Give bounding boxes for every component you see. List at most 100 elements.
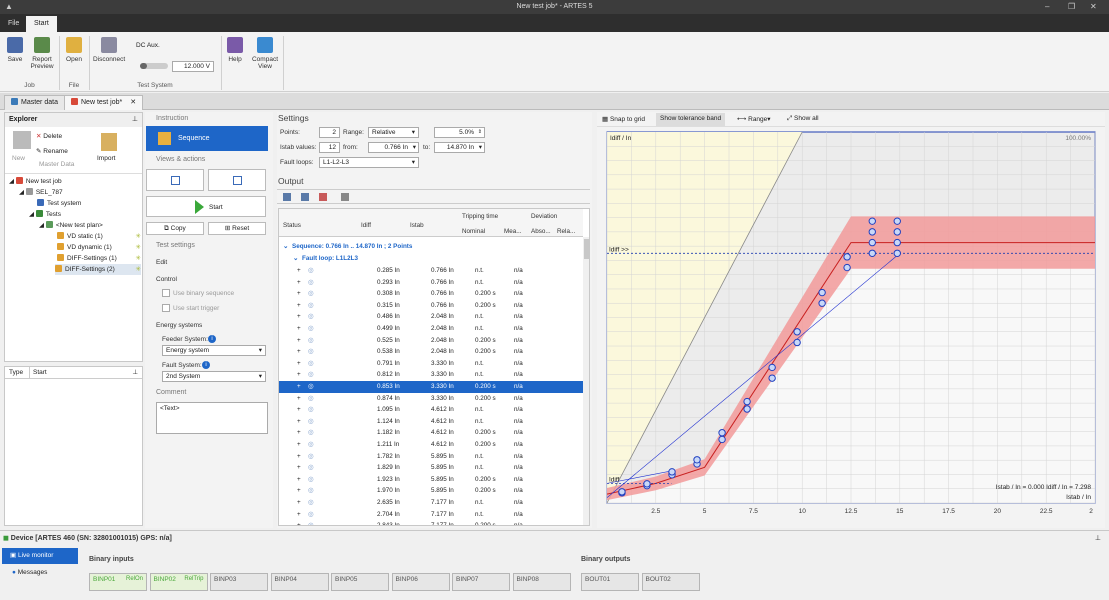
from-input[interactable]: 0.766 In ▾: [368, 142, 419, 153]
test-point[interactable]: [868, 238, 876, 247]
expand-icon[interactable]: +: [297, 300, 301, 312]
test-point[interactable]: [718, 429, 726, 437]
start-button[interactable]: Start: [146, 196, 266, 217]
test-point[interactable]: [843, 263, 851, 272]
pin-icon[interactable]: ⊥: [1095, 534, 1101, 542]
collapse-icon[interactable]: [301, 193, 309, 201]
view-table-button[interactable]: [208, 169, 266, 191]
tab-master-data[interactable]: Master data: [4, 95, 65, 110]
binary-input-8[interactable]: BINP08: [512, 573, 571, 591]
sequence-group-row[interactable]: ⌄ Sequence: 0.766 In .. 14.870 In ; 2 Poi…: [279, 241, 583, 253]
import-button[interactable]: Import: [97, 155, 115, 162]
test-point[interactable]: [868, 228, 876, 236]
table-row[interactable]: + ◎ 2.843 In 7.177 In 0.200 s n/a: [279, 520, 583, 525]
col-absolute[interactable]: Abso...: [531, 228, 551, 235]
percent-input[interactable]: 5.0% ⇕: [434, 127, 485, 138]
test-point[interactable]: [793, 328, 801, 336]
open-button[interactable]: Open: [63, 37, 85, 63]
col-type[interactable]: Type: [9, 369, 23, 376]
test-point[interactable]: [843, 253, 851, 261]
menu-start[interactable]: Start: [26, 16, 57, 32]
table-row[interactable]: + ◎ 0.538 In 2.048 In 0.200 s n/a: [279, 346, 583, 358]
table-row[interactable]: + ◎ 1.923 In 5.895 In 0.200 s n/a: [279, 474, 583, 486]
table-row[interactable]: + ◎ 0.812 In 3.330 In n.t. n/a: [279, 369, 583, 381]
copy-button[interactable]: ⧉ Copy: [146, 222, 204, 235]
report-preview-button[interactable]: Report Preview: [29, 37, 55, 70]
expand-icon[interactable]: +: [297, 311, 301, 323]
test-point[interactable]: [868, 217, 876, 225]
expand-icon[interactable]: [283, 193, 291, 201]
expand-icon[interactable]: +: [297, 520, 301, 525]
points-input[interactable]: 2: [319, 127, 340, 138]
test-point[interactable]: [893, 238, 901, 247]
fault-loop-row[interactable]: ⌄ Fault loop: L1L2L3: [279, 253, 583, 265]
binary-input-2[interactable]: BINP02 RelTrip: [149, 573, 208, 591]
tree-node-vd-dynamic[interactable]: VD dynamic (1) ✳: [57, 242, 141, 253]
pin-icon[interactable]: ⊥: [132, 368, 138, 376]
col-idiff[interactable]: Idiff: [361, 222, 371, 229]
close-tab-icon[interactable]: ✕: [130, 99, 136, 106]
expand-icon[interactable]: +: [297, 509, 301, 521]
test-point[interactable]: [643, 480, 651, 488]
feeder-system-select[interactable]: Energy system ▾: [162, 345, 266, 356]
table-row[interactable]: + ◎ 0.853 In 3.330 In 0.200 s n/a: [279, 381, 583, 393]
col-relative[interactable]: Rela...: [557, 228, 575, 235]
to-input[interactable]: 14.870 In ▾: [434, 142, 485, 153]
expand-icon[interactable]: +: [297, 335, 301, 347]
new-icon[interactable]: [13, 131, 31, 149]
fault-system-select[interactable]: 2nd System ▾: [162, 371, 266, 382]
dc-aux-toggle[interactable]: [140, 63, 168, 69]
expand-icon[interactable]: +: [297, 265, 301, 277]
tree-node-device[interactable]: ◢ SEL_787: [19, 187, 63, 198]
show-all-button[interactable]: ⤢ Show all: [787, 115, 819, 123]
expand-icon[interactable]: +: [297, 288, 301, 300]
tree-node-root[interactable]: ◢ New test job: [9, 176, 62, 187]
expand-icon[interactable]: +: [297, 497, 301, 509]
snap-to-grid-button[interactable]: ▦ Snap to grid: [602, 115, 645, 123]
edit-label[interactable]: Edit: [156, 259, 167, 266]
binary-input-6[interactable]: BINP06: [391, 573, 450, 591]
table-row[interactable]: + ◎ 2.635 In 7.177 In n.t. n/a: [279, 497, 583, 509]
spinner-icon[interactable]: ⇕: [478, 128, 482, 137]
disconnect-button[interactable]: Disconnect: [93, 37, 125, 63]
expand-icon[interactable]: +: [297, 346, 301, 358]
expand-icon[interactable]: +: [297, 277, 301, 289]
messages-button[interactable]: ● Messages: [12, 569, 47, 576]
col-istab[interactable]: Istab: [410, 222, 424, 229]
table-row[interactable]: + ◎ 2.704 In 7.177 In n.t. n/a: [279, 509, 583, 521]
col-deviation[interactable]: Deviation: [531, 213, 557, 220]
characteristic-chart[interactable]: 2.5 5 7.5 10 12.5 15 17.5 20 22.5 2 Idiff / In 100.…: [597, 128, 1105, 528]
test-point[interactable]: [893, 249, 901, 257]
binary-output-2[interactable]: BOUT02: [641, 573, 700, 591]
save-button[interactable]: Save: [4, 37, 26, 63]
test-point[interactable]: [818, 288, 826, 297]
sequence-button[interactable]: Sequence: [146, 126, 268, 151]
close-button[interactable]: ✕: [1090, 2, 1097, 11]
binary-input-5[interactable]: BINP05: [331, 573, 389, 591]
test-point[interactable]: [893, 228, 901, 236]
scrollbar-thumb[interactable]: [584, 239, 589, 259]
tree-node-diff1[interactable]: DIFF-Settings (1) ✳: [57, 253, 141, 264]
new-button[interactable]: New: [12, 155, 25, 162]
table-row[interactable]: + ◎ 0.525 In 2.048 In 0.200 s n/a: [279, 335, 583, 347]
pin-icon[interactable]: ⊥: [132, 115, 138, 123]
expand-icon[interactable]: +: [297, 462, 301, 474]
compact-view-button[interactable]: Compact View: [251, 37, 279, 70]
voltage-input[interactable]: 12.000 V: [172, 61, 214, 72]
expand-icon[interactable]: +: [297, 404, 301, 416]
expand-icon[interactable]: +: [297, 474, 301, 486]
tree-node-test-system[interactable]: Test system: [37, 198, 81, 209]
maximize-button[interactable]: ❐: [1068, 2, 1075, 11]
col-status[interactable]: Status: [283, 222, 301, 229]
use-start-checkbox[interactable]: [162, 304, 170, 312]
test-point[interactable]: [893, 217, 901, 225]
range-button[interactable]: ⟷ Range▾: [737, 115, 771, 123]
table-row[interactable]: + ◎ 0.486 In 2.048 In n.t. n/a: [279, 311, 583, 323]
info-icon[interactable]: i: [208, 335, 216, 343]
expand-icon[interactable]: +: [297, 369, 301, 381]
binary-input-4[interactable]: BINP04: [270, 573, 329, 591]
use-binary-checkbox[interactable]: [162, 289, 170, 297]
expand-icon[interactable]: +: [297, 416, 301, 428]
table-row[interactable]: + ◎ 1.211 In 4.612 In 0.200 s n/a: [279, 439, 583, 451]
binary-input-7[interactable]: BINP07: [452, 573, 510, 591]
